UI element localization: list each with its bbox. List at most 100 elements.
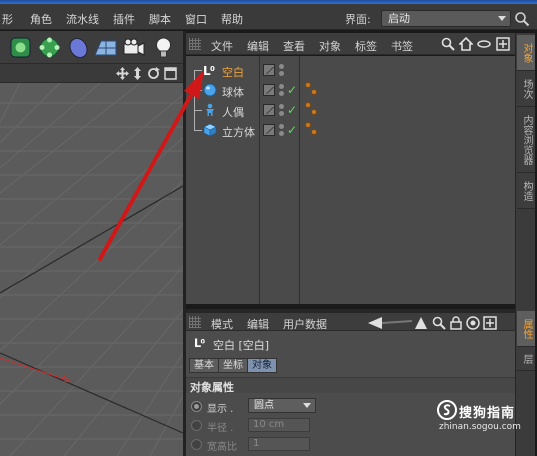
hypernurbs-icon[interactable] <box>8 35 33 60</box>
object-title: 空白 [空白] <box>213 339 270 352</box>
menu-item-script[interactable]: 脚本 <box>149 11 171 27</box>
layout-label: 界面: <box>345 13 371 26</box>
menu-bar: 形 角色 流水线 插件 脚本 窗口 帮助 界面: 启动 <box>0 4 537 30</box>
attr-menu-mode[interactable]: 模式 <box>211 316 233 332</box>
layer-swatch[interactable] <box>263 124 275 136</box>
aspect-field[interactable]: 1 <box>248 437 310 451</box>
object-name[interactable]: 立方体 <box>222 124 255 140</box>
om-menu-edit[interactable]: 编辑 <box>247 38 269 54</box>
menu-item-plugins[interactable]: 插件 <box>113 11 135 27</box>
display-dropdown-value: 圆点 <box>254 400 274 411</box>
om-menu-tags[interactable]: 标签 <box>355 38 377 54</box>
object-row-sphere[interactable]: 球体 ✓ <box>186 80 515 100</box>
up-arrow-icon[interactable] <box>414 316 428 330</box>
radius-field[interactable]: 10 cm <box>248 418 310 432</box>
layout-dropdown-value: 启动 <box>388 12 410 25</box>
main-toolbar <box>0 31 183 64</box>
back-arrow-icon[interactable] <box>368 316 412 330</box>
camera-icon[interactable] <box>121 35 146 60</box>
null-object-icon: L 0 <box>194 337 206 349</box>
new-view-icon[interactable] <box>483 316 497 330</box>
zoom-view-icon[interactable] <box>131 67 144 80</box>
tree-line <box>194 70 195 80</box>
chevron-down-icon <box>303 403 311 408</box>
object-name[interactable]: 人偶 <box>222 104 244 120</box>
object-row-figure[interactable]: 人偶 ✓ <box>186 100 515 120</box>
lock-icon[interactable] <box>449 316 463 330</box>
layer-swatch[interactable] <box>263 84 275 96</box>
attr-menu-userdata[interactable]: 用户数据 <box>283 316 327 332</box>
3d-viewport[interactable] <box>0 83 183 456</box>
floor-icon[interactable] <box>93 35 118 60</box>
sogou-logo-icon <box>437 400 457 420</box>
display-dropdown[interactable]: 圆点 <box>248 398 316 413</box>
layer-swatch[interactable] <box>263 104 275 116</box>
side-tab-bar: 对象 场次 内容浏览器 构造 属性 层 <box>515 33 535 456</box>
enabled-check-icon[interactable]: ✓ <box>287 83 297 97</box>
menu-item-window[interactable]: 窗口 <box>185 11 207 27</box>
section-title: 对象属性 <box>190 381 234 394</box>
material-tags-icon[interactable] <box>305 122 319 138</box>
attr-menu-edit[interactable]: 编辑 <box>247 316 269 332</box>
visibility-dots[interactable] <box>279 104 284 116</box>
menu-item-pipeline[interactable]: 流水线 <box>66 11 99 27</box>
menu-item-shapes[interactable]: 形 <box>2 11 13 27</box>
object-row-null[interactable]: L 0 空白 <box>186 60 515 80</box>
radius-anim-toggle[interactable] <box>191 420 202 431</box>
om-menu-file[interactable]: 文件 <box>211 38 233 54</box>
om-menu-objects[interactable]: 对象 <box>319 38 341 54</box>
watermark-url: zhinan.sogou.com <box>439 422 521 432</box>
om-menu-bookmarks[interactable]: 书签 <box>391 38 413 54</box>
menu-item-character[interactable]: 角色 <box>30 11 52 27</box>
rotate-view-icon[interactable] <box>147 67 160 80</box>
home-icon[interactable] <box>459 37 473 51</box>
layout-dropdown[interactable]: 启动 <box>381 10 511 27</box>
viewport-header <box>0 64 183 83</box>
tab-content-browser[interactable]: 内容浏览器 <box>517 107 535 173</box>
search-icon[interactable] <box>432 316 446 330</box>
display-anim-toggle[interactable] <box>191 401 202 412</box>
panel-grip-icon[interactable] <box>189 316 201 328</box>
material-tags-icon[interactable] <box>305 82 319 98</box>
tab-structure[interactable]: 构造 <box>517 173 535 209</box>
search-icon[interactable] <box>514 11 530 27</box>
new-view-icon[interactable] <box>496 37 510 51</box>
chevron-down-icon <box>498 16 506 21</box>
enabled-check-icon[interactable]: ✓ <box>287 103 297 117</box>
object-name[interactable]: 空白 <box>222 64 244 80</box>
layer-swatch[interactable] <box>263 64 275 76</box>
om-menu-view[interactable]: 查看 <box>283 38 305 54</box>
filter-icon[interactable] <box>477 37 491 51</box>
tab-attributes[interactable]: 属性 <box>517 311 535 347</box>
object-row-cube[interactable]: 立方体 ✓ <box>186 120 515 140</box>
visibility-dots[interactable] <box>279 64 284 76</box>
tab-objects[interactable]: 对象 <box>517 35 535 71</box>
light-icon[interactable] <box>151 35 176 60</box>
tree-line <box>194 130 202 131</box>
panel-grip-icon[interactable] <box>189 38 201 50</box>
radius-label: 半径 . <box>207 423 234 434</box>
object-name[interactable]: 球体 <box>222 84 244 100</box>
tab-layers[interactable]: 层 <box>517 347 535 371</box>
tree-line <box>194 110 202 111</box>
maximize-view-icon[interactable] <box>164 67 177 80</box>
tab-basic[interactable]: 基本 <box>189 358 219 373</box>
search-icon[interactable] <box>441 37 455 51</box>
deformer-icon[interactable] <box>66 35 91 60</box>
material-tags-icon[interactable] <box>305 102 319 118</box>
array-icon[interactable] <box>37 35 62 60</box>
enabled-check-icon[interactable]: ✓ <box>287 123 297 137</box>
visibility-dots[interactable] <box>279 124 284 136</box>
tab-object[interactable]: 对象 <box>247 358 277 373</box>
section-header[interactable]: 对象属性 <box>186 377 515 394</box>
object-manager-header: 文件 编辑 查看 对象 标签 书签 <box>186 33 515 55</box>
target-icon[interactable] <box>466 316 480 330</box>
cube-icon <box>203 123 217 137</box>
aspect-anim-toggle[interactable] <box>191 439 202 450</box>
move-view-icon[interactable] <box>116 67 129 80</box>
perspective-grid <box>0 83 183 456</box>
tab-takes[interactable]: 场次 <box>517 71 535 107</box>
visibility-dots[interactable] <box>279 84 284 96</box>
menu-item-help[interactable]: 帮助 <box>221 11 243 27</box>
tab-coordinates[interactable]: 坐标 <box>218 358 248 373</box>
